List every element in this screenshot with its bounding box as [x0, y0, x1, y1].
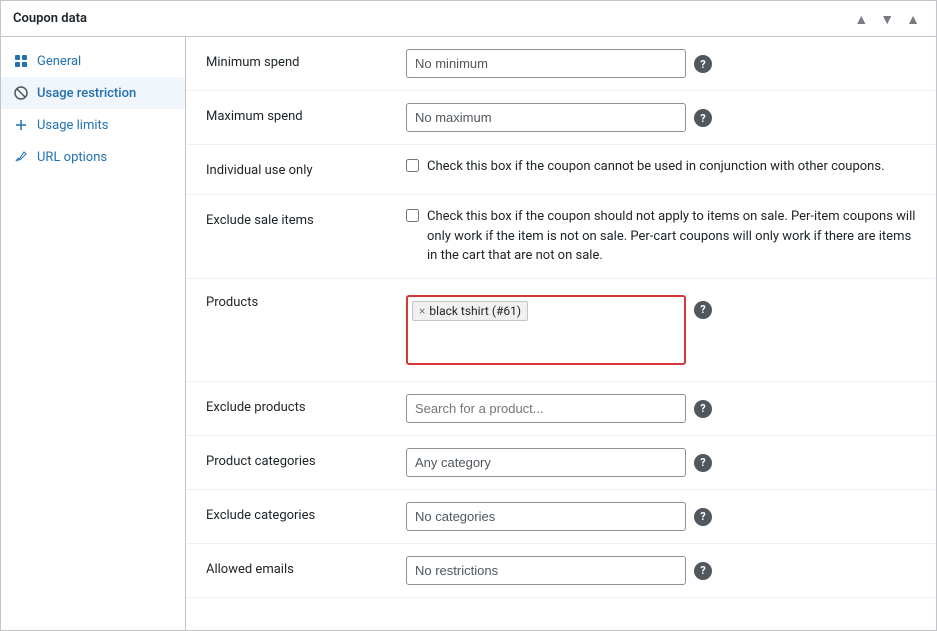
maximum-spend-input[interactable]	[406, 103, 686, 132]
product-categories-help[interactable]: ?	[694, 454, 712, 472]
exclude-sale-description: Check this box if the coupon should not …	[427, 207, 916, 266]
product-categories-row: Product categories ?	[186, 435, 936, 489]
exclude-sale-checkbox[interactable]	[406, 209, 419, 222]
minimum-spend-row: Minimum spend ?	[186, 37, 936, 91]
grid-icon	[13, 53, 29, 69]
exclude-products-label: Exclude products	[186, 381, 406, 435]
exclude-sale-row: Exclude sale items Check this box if the…	[186, 195, 936, 279]
sidebar-item-usage-restriction[interactable]: Usage restriction	[1, 77, 185, 109]
sidebar-item-url-options-label: URL options	[37, 150, 107, 165]
window-title: Coupon data	[13, 11, 87, 26]
product-categories-input[interactable]	[406, 448, 686, 477]
wrench-icon	[13, 149, 29, 165]
individual-use-checkbox-row: Check this box if the coupon cannot be u…	[406, 157, 916, 177]
product-tag-black-tshirt: × black tshirt (#61)	[412, 301, 528, 321]
sidebar-item-general[interactable]: General	[1, 45, 185, 77]
form-table: Minimum spend ? Maximum spend	[186, 37, 936, 598]
block-icon	[13, 85, 29, 101]
expand-button[interactable]: ▼	[876, 9, 898, 29]
exclude-products-field-row: ?	[406, 394, 916, 423]
exclude-sale-cell: Check this box if the coupon should not …	[406, 195, 936, 279]
product-categories-label: Product categories	[186, 435, 406, 489]
maximum-spend-help[interactable]: ?	[694, 109, 712, 127]
plus-icon	[13, 117, 29, 133]
sidebar-item-usage-limits[interactable]: Usage limits	[1, 109, 185, 141]
maximum-spend-label: Maximum spend	[186, 91, 406, 145]
content-area: General Usage restriction	[1, 37, 936, 630]
allowed-emails-label: Allowed emails	[186, 543, 406, 597]
allowed-emails-field-row: ?	[406, 556, 916, 585]
sidebar: General Usage restriction	[1, 37, 186, 630]
allowed-emails-help[interactable]: ?	[694, 562, 712, 580]
main-content: Minimum spend ? Maximum spend	[186, 37, 936, 630]
maximum-spend-cell: ?	[406, 91, 936, 145]
titlebar-controls: ▲ ▼ ▲	[850, 9, 924, 29]
fullscreen-button[interactable]: ▲	[902, 9, 924, 29]
exclude-categories-input[interactable]	[406, 502, 686, 531]
individual-use-description: Check this box if the coupon cannot be u…	[427, 157, 885, 177]
coupon-data-window: Coupon data ▲ ▼ ▲ General	[0, 0, 937, 631]
exclude-sale-label: Exclude sale items	[186, 195, 406, 279]
exclude-categories-field-row: ?	[406, 502, 916, 531]
exclude-sale-checkbox-row: Check this box if the coupon should not …	[406, 207, 916, 266]
product-categories-field-row: ?	[406, 448, 916, 477]
sidebar-item-usage-restriction-label: Usage restriction	[37, 86, 136, 101]
sidebar-item-general-label: General	[37, 54, 81, 69]
titlebar: Coupon data ▲ ▼ ▲	[1, 1, 936, 37]
products-field-row: × black tshirt (#61) ?	[406, 295, 916, 365]
sidebar-item-url-options[interactable]: URL options	[1, 141, 185, 173]
exclude-products-input[interactable]	[406, 394, 686, 423]
exclude-categories-cell: ?	[406, 489, 936, 543]
product-tag-text: black tshirt (#61)	[429, 304, 521, 318]
products-cell: × black tshirt (#61) ?	[406, 278, 936, 381]
collapse-button[interactable]: ▲	[850, 9, 872, 29]
individual-use-cell: Check this box if the coupon cannot be u…	[406, 145, 936, 195]
products-label: Products	[186, 278, 406, 381]
product-categories-cell: ?	[406, 435, 936, 489]
maximum-spend-row: Maximum spend ?	[186, 91, 936, 145]
products-input-wrapper[interactable]: × black tshirt (#61)	[406, 295, 686, 365]
allowed-emails-cell: ?	[406, 543, 936, 597]
products-help[interactable]: ?	[694, 301, 712, 319]
minimum-spend-input[interactable]	[406, 49, 686, 78]
exclude-categories-label: Exclude categories	[186, 489, 406, 543]
exclude-products-row: Exclude products ?	[186, 381, 936, 435]
individual-use-label: Individual use only	[186, 145, 406, 195]
exclude-products-cell: ?	[406, 381, 936, 435]
minimum-spend-help[interactable]: ?	[694, 55, 712, 73]
minimum-spend-cell: ?	[406, 37, 936, 91]
maximum-spend-field-row: ?	[406, 103, 916, 132]
product-tag-remove[interactable]: ×	[419, 304, 425, 318]
exclude-categories-help[interactable]: ?	[694, 508, 712, 526]
exclude-products-help[interactable]: ?	[694, 400, 712, 418]
allowed-emails-input[interactable]	[406, 556, 686, 585]
products-row: Products × black tshirt (#61) ?	[186, 278, 936, 381]
allowed-emails-row: Allowed emails ?	[186, 543, 936, 597]
individual-use-checkbox[interactable]	[406, 159, 419, 172]
minimum-spend-field-row: ?	[406, 49, 916, 78]
individual-use-row: Individual use only Check this box if th…	[186, 145, 936, 195]
exclude-categories-row: Exclude categories ?	[186, 489, 936, 543]
minimum-spend-label: Minimum spend	[186, 37, 406, 91]
sidebar-item-usage-limits-label: Usage limits	[37, 118, 108, 133]
